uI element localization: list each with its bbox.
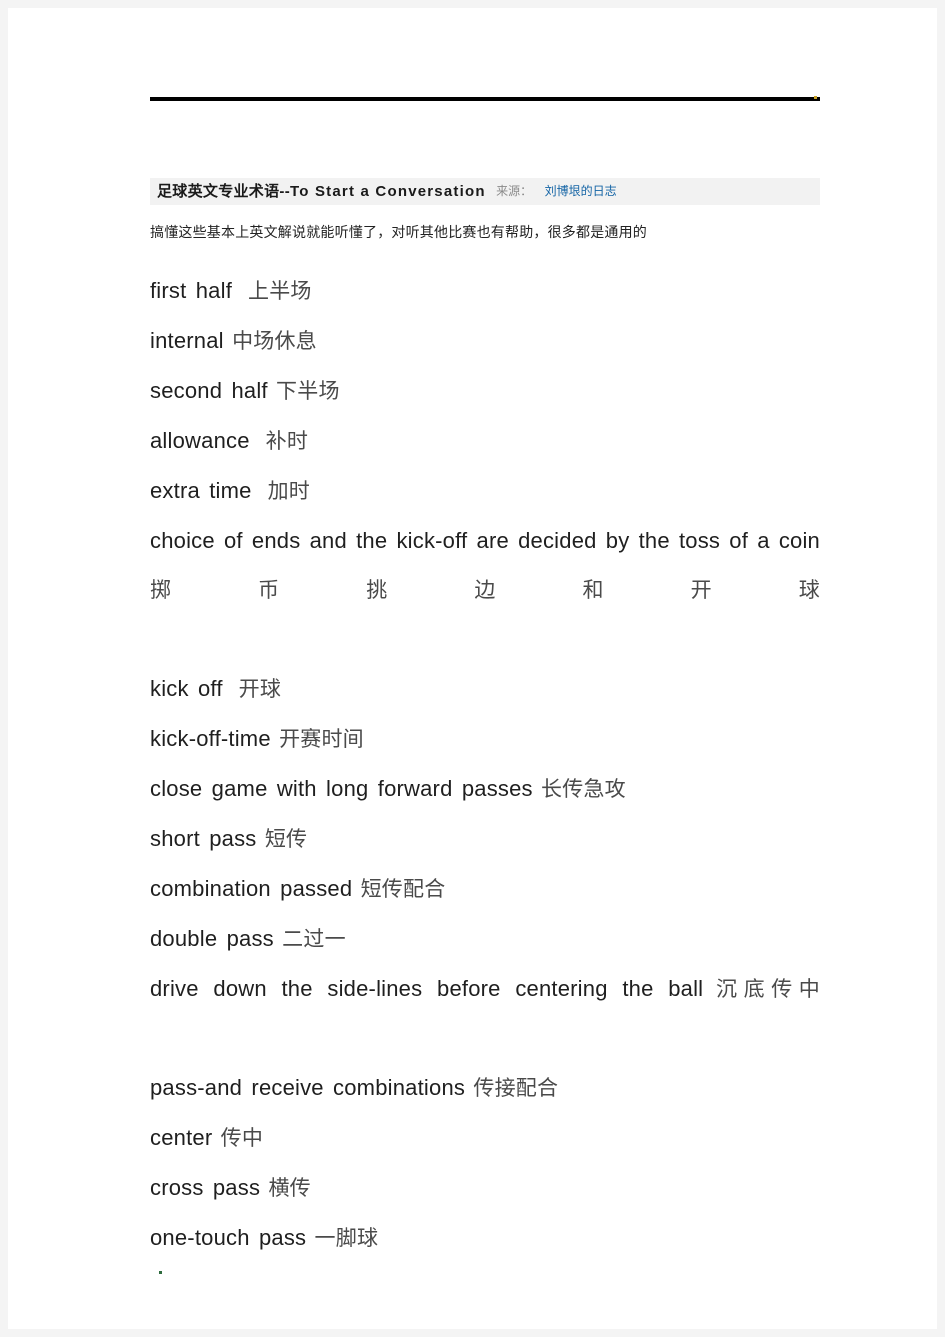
glossary-entry: allowance 补时 [150, 416, 820, 466]
glossary-term-zh: 长传急攻 [541, 778, 626, 801]
article-subtitle: 搞懂这些基本上英文解说就能听懂了，对听其他比赛也有帮助，很多都是通用的 [150, 224, 647, 240]
glossary-term-en: close game with long forward passes [150, 776, 533, 801]
glossary-entry: internal 中场休息 [150, 316, 820, 366]
glossary-term-en: first half [150, 278, 233, 303]
glossary-term-en: internal [150, 328, 224, 353]
glossary-entry: pass-and receive combinations 传接配合 [150, 1063, 820, 1113]
glossary-term-zh: 开球 [238, 678, 282, 701]
article-title-bar: 足球英文专业术语--To Start a Conversation 来源： 刘博… [150, 178, 820, 205]
glossary-entry: choice of ends and the kick-off are deci… [150, 516, 820, 664]
glossary-entry: first half 上半场 [150, 266, 820, 316]
bottom-marker-dot [159, 1271, 162, 1274]
glossary-term-en: pass-and receive combinations [150, 1075, 466, 1100]
glossary-term-en: choice of ends and the kick-off are deci… [150, 528, 820, 553]
source-label: 来源： [496, 184, 533, 198]
glossary-term-zh: 掷币挑边和开球 [150, 579, 820, 602]
glossary-term-zh: 沉底传中 [716, 978, 820, 1001]
glossary-entry: one-touch pass 一脚球 [150, 1213, 820, 1263]
glossary-entry: second half 下半场 [150, 366, 820, 416]
glossary-term-en: double pass [150, 926, 274, 951]
source-link[interactable]: 刘博垠的日志 [545, 184, 617, 198]
glossary-entry: kick-off-time 开赛时间 [150, 714, 820, 764]
glossary-term-zh: 传中 [220, 1127, 264, 1150]
glossary-term-en: kick-off-time [150, 726, 271, 751]
glossary-term-zh: 短传配合 [360, 878, 446, 901]
page-title: 足球英文专业术语--To Start a Conversation [157, 183, 486, 200]
glossary-term-zh: 下半场 [276, 380, 340, 403]
glossary-entry: cross pass 横传 [150, 1163, 820, 1213]
glossary-term-zh: 补时 [265, 430, 309, 453]
glossary-term-en: combination passed [150, 876, 353, 901]
glossary-term-en: extra time [150, 478, 252, 503]
glossary-term-zh: 上半场 [248, 280, 312, 303]
glossary-entry: kick off 开球 [150, 664, 820, 714]
glossary-entry: drive down the side-lines before centeri… [150, 964, 820, 1063]
title-prefix-zh: 足球英文专业术语 [157, 183, 280, 200]
glossary-term-zh: 中场休息 [232, 330, 317, 353]
glossary-entry: combination passed 短传配合 [150, 864, 820, 914]
glossary-term-en: second half [150, 378, 268, 403]
top-marker-dot [814, 96, 817, 99]
glossary-term-en: center [150, 1125, 213, 1150]
glossary-entry: center 传中 [150, 1113, 820, 1163]
glossary-entry: short pass 短传 [150, 814, 820, 864]
title-en: To Start a Conversation [290, 183, 486, 200]
glossary-term-en: cross pass [150, 1175, 261, 1200]
glossary-term-en: drive down the side-lines before centeri… [150, 976, 704, 1001]
glossary-term-en: kick off [150, 676, 223, 701]
document-page: 足球英文专业术语--To Start a Conversation 来源： 刘博… [8, 8, 937, 1329]
glossary-entry: double pass 二过一 [150, 914, 820, 964]
title-separator: -- [279, 183, 290, 200]
glossary-term-zh: 开赛时间 [279, 728, 364, 751]
top-horizontal-rule [150, 97, 820, 101]
glossary-term-zh: 一脚球 [314, 1227, 379, 1250]
glossary-entry: close game with long forward passes 长传急攻 [150, 764, 820, 814]
glossary-term-en: allowance [150, 428, 250, 453]
glossary-term-en: short pass [150, 826, 257, 851]
glossary-entry: extra time 加时 [150, 466, 820, 516]
glossary-term-zh: 二过一 [282, 928, 346, 951]
glossary-term-zh: 横传 [268, 1177, 311, 1200]
glossary-term-zh: 加时 [267, 480, 310, 503]
glossary-term-zh: 短传 [264, 828, 308, 851]
glossary-list: first half 上半场 internal 中场休息 second half 下半… [150, 266, 820, 1263]
glossary-term-zh: 传接配合 [473, 1077, 559, 1100]
glossary-term-en: one-touch pass [150, 1225, 307, 1250]
